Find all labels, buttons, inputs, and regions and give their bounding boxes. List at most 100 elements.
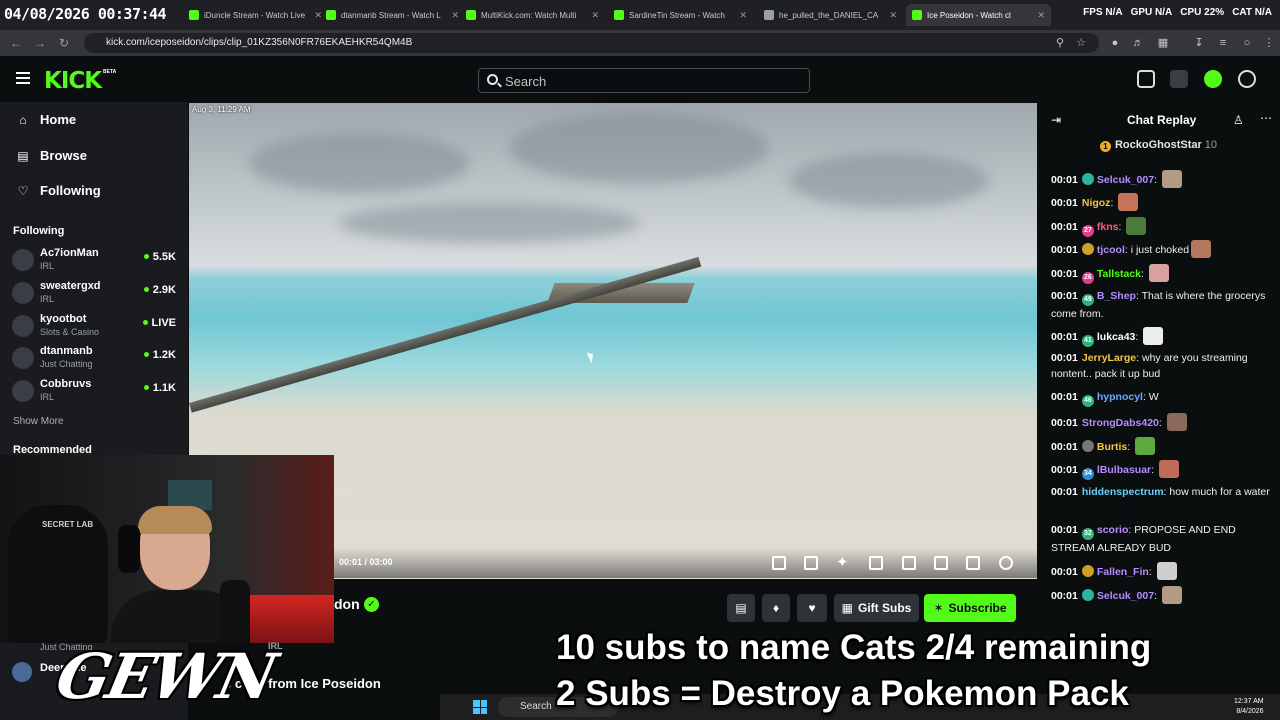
search-box[interactable] bbox=[478, 68, 810, 93]
fullscreen-icon[interactable] bbox=[966, 556, 980, 570]
timestamp: 00:01 bbox=[1051, 590, 1078, 602]
kick-logo[interactable]: KICK bbox=[44, 68, 102, 94]
puzzle-icon[interactable]: ▦ bbox=[1156, 36, 1170, 50]
close-tab-icon[interactable]: ✕ bbox=[889, 10, 897, 21]
windows-start-icon[interactable] bbox=[473, 700, 487, 714]
layout-icon[interactable] bbox=[1170, 70, 1188, 88]
clip-icon[interactable] bbox=[772, 556, 786, 570]
favicon-icon bbox=[912, 10, 922, 20]
close-tab-icon[interactable]: ✕ bbox=[739, 10, 747, 21]
chat-username[interactable]: Burtis bbox=[1097, 441, 1127, 453]
url-field[interactable]: kick.com/iceposeidon/clips/clip_01KZ356N… bbox=[84, 33, 1099, 53]
users-icon[interactable]: ♙ bbox=[1233, 113, 1244, 127]
subscribe-button[interactable]: ✶ Subscribe bbox=[924, 594, 1016, 622]
close-tab-icon[interactable]: ✕ bbox=[1037, 10, 1045, 21]
chat-username[interactable]: StrongDabs420 bbox=[1082, 417, 1159, 429]
chat-username[interactable]: Selcuk_007 bbox=[1097, 590, 1154, 602]
theater-mode-icon[interactable] bbox=[1137, 70, 1155, 88]
chat-username[interactable]: scorio bbox=[1097, 524, 1129, 536]
site-header: KICK BETA bbox=[0, 56, 1280, 102]
chat-text: W bbox=[1148, 391, 1159, 403]
chat-message: 00:01 26 Tallstack: bbox=[1051, 264, 1273, 284]
extension-icon[interactable]: ♬ bbox=[1131, 36, 1145, 50]
browser-tab[interactable]: MultiKick.com: Watch Multi ✕ bbox=[460, 4, 605, 26]
gewn-logo-text: GEWN bbox=[50, 640, 281, 713]
reading-list-icon[interactable]: ≡ bbox=[1216, 36, 1230, 50]
following-channel[interactable]: dtanmanb Just Chatting 1.2K bbox=[12, 345, 178, 375]
captions-icon[interactable] bbox=[902, 556, 916, 570]
chat-message: 00:01 49 B_Shep: That is where the grocery… bbox=[1051, 290, 1266, 320]
hamburger-menu-icon[interactable] bbox=[16, 72, 30, 84]
search-input[interactable] bbox=[505, 73, 795, 89]
back-icon[interactable]: ← bbox=[8, 35, 24, 51]
collapse-chat-icon[interactable]: ⇥ bbox=[1051, 113, 1061, 127]
reload-icon[interactable]: ↻ bbox=[56, 35, 72, 51]
emote-icon bbox=[1161, 586, 1182, 604]
viewer-count: 1.2K bbox=[144, 349, 176, 361]
settings-icon[interactable] bbox=[999, 556, 1013, 570]
follow-button[interactable]: ♥ bbox=[797, 594, 827, 622]
nav-home[interactable]: ⌂ Home bbox=[16, 112, 76, 127]
more-options-icon[interactable]: ⋯ bbox=[1260, 111, 1272, 125]
chat-username[interactable]: Fallen_Fin bbox=[1097, 566, 1149, 578]
sparkle-icon[interactable]: ✦ bbox=[836, 553, 849, 571]
browser-tab[interactable]: iDuncle Stream - Watch Live ✕ bbox=[183, 4, 328, 26]
gifter-count: 10 bbox=[1204, 139, 1218, 151]
forward-icon[interactable]: → bbox=[32, 35, 48, 51]
perf-stats: FPS N/A GPU N/A CPU 22% CAT N/A bbox=[1083, 7, 1272, 18]
download-icon[interactable]: ↧ bbox=[1192, 36, 1206, 50]
theater-icon[interactable] bbox=[934, 556, 948, 570]
chat-username[interactable]: lBulbasuar bbox=[1097, 464, 1151, 476]
pip-icon[interactable] bbox=[869, 556, 883, 570]
close-tab-icon[interactable]: ✕ bbox=[451, 10, 459, 21]
chat-username[interactable]: fkns bbox=[1097, 221, 1119, 233]
gift-subs-button[interactable]: ▦ Gift Subs bbox=[834, 594, 919, 622]
taskbar-date: 8/4/2026 bbox=[1236, 708, 1264, 715]
clip-action-button[interactable]: ▤ bbox=[727, 594, 755, 622]
stats-icon[interactable] bbox=[804, 556, 818, 570]
profile-icon[interactable]: ○ bbox=[1240, 36, 1254, 50]
zoom-icon[interactable]: ⚲ bbox=[1053, 36, 1067, 50]
chat-username[interactable]: tjcool bbox=[1097, 244, 1125, 256]
nav-browse[interactable]: ▤ Browse bbox=[16, 148, 87, 163]
browser-tab[interactable]: he_pulled_the_DANIEL_CA ✕ bbox=[758, 4, 903, 26]
user-avatar-icon[interactable] bbox=[1238, 70, 1256, 88]
nav-following[interactable]: ♡ Following bbox=[16, 183, 101, 198]
bookmark-star-icon[interactable]: ☆ bbox=[1074, 36, 1088, 50]
stat-cat: CAT N/A bbox=[1232, 7, 1272, 18]
emote-icon bbox=[1191, 240, 1212, 258]
notification-button[interactable]: ♦ bbox=[762, 594, 790, 622]
chat-username[interactable]: Tallstack bbox=[1097, 268, 1141, 280]
extension-icon[interactable]: ● bbox=[1108, 36, 1122, 50]
chat-username[interactable]: Selcuk_007 bbox=[1097, 174, 1154, 186]
avatar bbox=[12, 282, 34, 304]
chat-username[interactable]: B_Shep bbox=[1097, 290, 1136, 302]
following-channel[interactable]: sweatergxd IRL 2.9K bbox=[12, 280, 178, 310]
clip-icon: ▤ bbox=[735, 601, 747, 615]
show-more-link[interactable]: Show More bbox=[13, 416, 64, 427]
channel-name[interactable]: don bbox=[334, 596, 360, 612]
following-heading: Following bbox=[13, 225, 65, 237]
chat-message: 00:01 46 hypnocyl: W bbox=[1051, 389, 1273, 407]
browser-tab[interactable]: dtanmanb Stream - Watch L ✕ bbox=[320, 4, 465, 26]
chat-username[interactable]: hypnocyl bbox=[1097, 391, 1143, 403]
following-channel[interactable]: Cobbruvs IRL 1.1K bbox=[12, 378, 178, 408]
chat-username[interactable]: Nigoz bbox=[1082, 197, 1111, 209]
chat-username[interactable]: JerryLarge bbox=[1082, 352, 1136, 364]
tab-title: Ice Poseidon - Watch cl bbox=[927, 10, 1011, 20]
following-channel[interactable]: kyootbot Slots & Casino LIVE bbox=[12, 313, 178, 343]
kick-account-icon[interactable] bbox=[1204, 70, 1222, 88]
channel-name: Ac7ionMan bbox=[40, 247, 99, 259]
chat-username[interactable]: hiddenspectrum bbox=[1082, 486, 1164, 498]
tab-title: dtanmanb Stream - Watch L bbox=[341, 10, 441, 20]
browser-tab[interactable]: SardineTin Stream - Watch ✕ bbox=[608, 4, 753, 26]
browser-tab[interactable]: Ice Poseidon - Watch cl ✕ bbox=[906, 4, 1051, 26]
menu-icon[interactable]: ⋮ bbox=[1262, 36, 1276, 50]
following-channel[interactable]: Ac7ionMan IRL 5.5K bbox=[12, 247, 178, 277]
chat-username[interactable]: lukca43 bbox=[1097, 331, 1136, 343]
timestamp: 00:01 bbox=[1051, 441, 1078, 453]
close-tab-icon[interactable]: ✕ bbox=[591, 10, 599, 21]
avatar bbox=[12, 249, 34, 271]
channel-category: IRL bbox=[40, 392, 55, 402]
emote-icon bbox=[1135, 437, 1156, 455]
